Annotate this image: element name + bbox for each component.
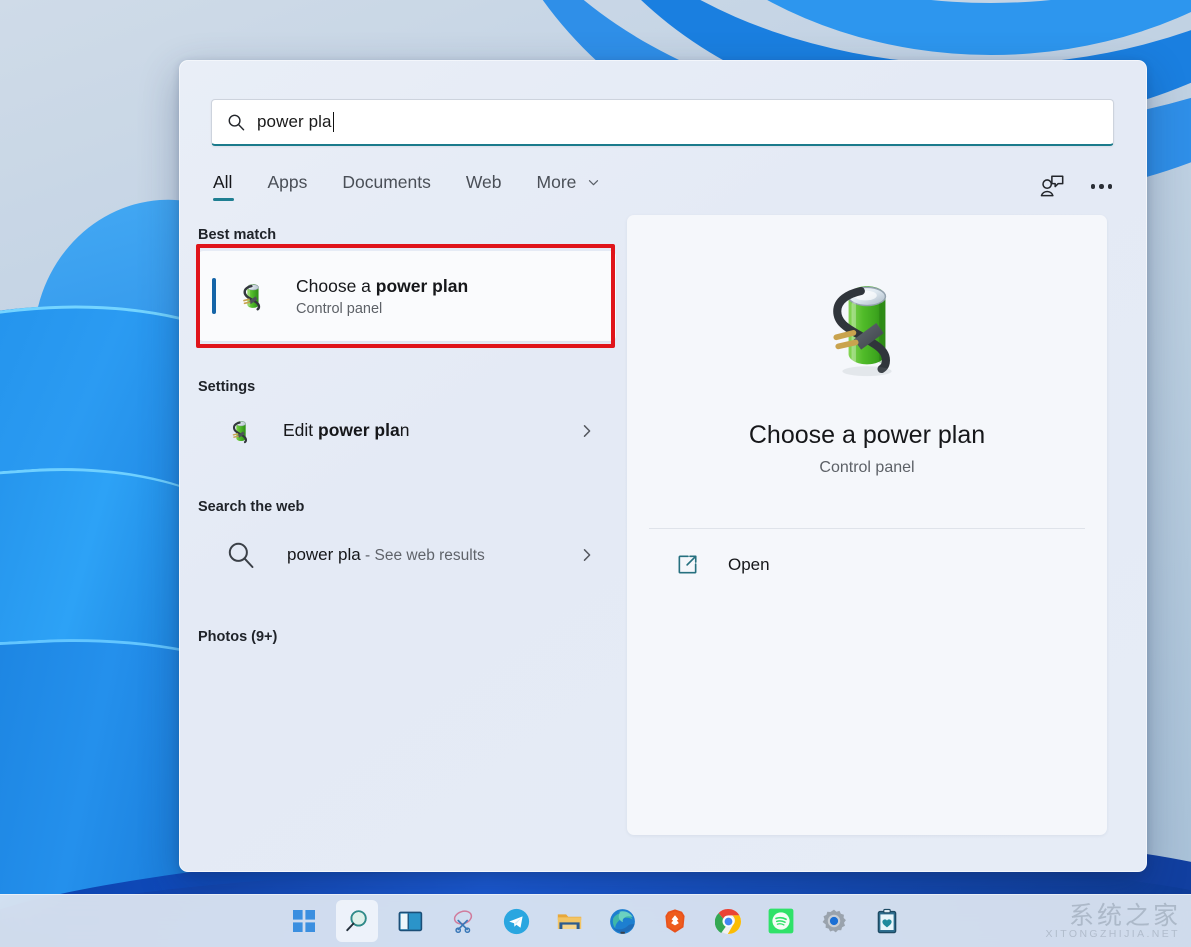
power-plan-battery-icon-large [833,286,892,377]
settings-title-suffix: n [399,420,410,441]
web-search-result[interactable]: power pla - See web results [198,523,616,587]
snipping-tool-icon [453,910,473,934]
microsoft-edge-button[interactable] [601,900,643,942]
tab-web-label: Web [465,172,502,192]
settings-button[interactable] [813,900,855,942]
telegram-button[interactable] [495,900,537,942]
microsoft-edge-icon [609,908,635,934]
health-clipboard-icon [877,908,897,934]
more-options-icon[interactable] [1090,173,1112,200]
dot-3 [1107,184,1112,189]
tab-apps-label: Apps [267,172,308,192]
tab-apps[interactable]: Apps [267,172,327,203]
settings-title-bold: power pla [318,420,400,441]
search-input[interactable]: power pla [211,99,1114,146]
section-heading-best-match: Best match [198,227,277,243]
windows-logo-icon [293,910,315,932]
flyout-body: Best match Choose a power plan Control p… [180,203,1146,858]
text-caret [332,112,334,132]
preview-divider [649,528,1085,529]
tab-all[interactable]: All [213,172,240,203]
task-view-icon [398,911,422,931]
settings-result-edit-power-plan[interactable]: Edit power plan [198,403,616,459]
tab-documents[interactable]: Documents [342,172,451,203]
best-match-title-prefix: Choose a [296,275,376,296]
start-button[interactable] [283,900,325,942]
open-action-label: Open [728,554,770,574]
brave-lion-icon [665,909,685,933]
web-search-query-line: power pla - See web results [287,544,517,566]
section-heading-photos: Photos (9+) [198,629,278,645]
section-heading-settings: Settings [198,379,256,395]
open-action[interactable]: Open [676,553,770,576]
power-plan-battery-icon [243,284,261,311]
search-icon [228,542,254,568]
search-flyout-panel: power pla All Apps Documents Web More Be… [179,60,1147,872]
flyout-header-actions [1038,172,1147,200]
settings-result-text: Edit power plan [283,419,580,442]
web-search-query: power pla [287,544,361,564]
search-icon [346,910,367,932]
chevron-right-icon[interactable] [580,424,594,438]
brave-browser-button[interactable] [654,900,696,942]
tab-more[interactable]: More [537,172,620,203]
snipping-tool-button[interactable] [442,900,484,942]
section-heading-search-the-web: Search the web [198,499,305,515]
tab-all-label: All [213,172,233,192]
settings-result-title: Edit power plan [283,419,580,442]
best-match-title-bold: power plan [375,275,469,296]
chevron-down-icon [589,180,599,186]
desktop: power pla All Apps Documents Web More Be… [0,0,1191,947]
tab-more-label: More [536,172,577,192]
best-match-subtitle: Control panel [296,301,383,318]
task-view-button[interactable] [389,900,431,942]
dot-1 [1090,184,1095,189]
file-explorer-button[interactable] [548,900,590,942]
search-button[interactable] [336,900,378,942]
gear-icon [822,909,846,933]
tab-documents-label: Documents [342,172,431,192]
chevron-right-icon[interactable] [580,548,594,562]
settings-title-prefix: Edit [283,420,319,441]
best-match-title: Choose a power plan [296,275,468,299]
web-search-text: power pla - See web results [287,544,580,566]
tab-web[interactable]: Web [466,172,522,203]
preview-subtitle: Control panel [819,459,915,476]
spotify-icon [768,908,794,934]
best-match-result[interactable]: Choose a power plan Control panel [198,251,616,341]
search-input-value: power pla [257,112,332,131]
telegram-icon [503,908,529,934]
selection-indicator [212,278,216,314]
power-plan-battery-icon [232,421,248,444]
feedback-icon[interactable] [1038,173,1065,200]
health-app-button[interactable] [866,900,908,942]
best-match-wrapper: Choose a power plan Control panel [196,244,616,348]
search-input-row: power pla [180,61,1146,146]
search-icon [228,114,245,130]
folder-icon [557,913,581,929]
open-external-icon [678,555,697,574]
dot-2 [1099,184,1104,189]
web-search-suffix: - See web results [360,546,485,564]
spotify-button[interactable] [760,900,802,942]
preview-panel: Choose a power plan Control panel Open [627,215,1107,835]
google-chrome-icon [714,908,741,934]
best-match-text: Choose a power plan Control panel [296,275,468,318]
preview-column: Choose a power plan Control panel Open [627,215,1146,858]
google-chrome-button[interactable] [707,900,749,942]
search-filter-tabs: All Apps Documents Web More [180,146,1146,203]
wallpaper-arc-3 [596,0,1191,55]
preview-title: Choose a power plan [748,421,986,449]
taskbar [0,894,1191,947]
results-column: Best match Choose a power plan Control p… [180,215,627,858]
